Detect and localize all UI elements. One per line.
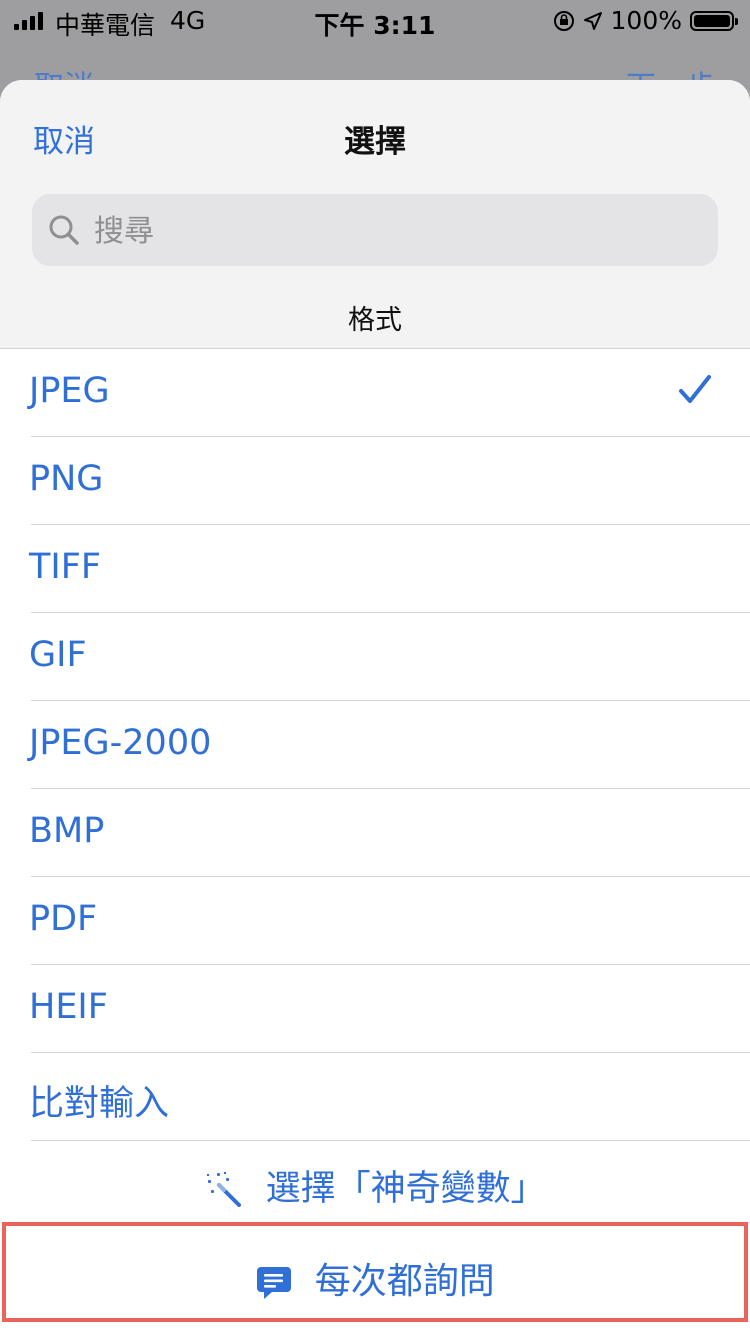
- list-item-heif[interactable]: HEIF: [0, 965, 750, 1053]
- ask-each-time-button[interactable]: 每次都詢問: [2, 1222, 748, 1322]
- search-icon: [49, 215, 79, 245]
- format-list: JPEG PNG TIFF GIF JPEG-2000 BMP PDF HEIF…: [0, 349, 750, 1141]
- rotation-lock-icon: [553, 10, 574, 31]
- checkmark-icon: [679, 375, 711, 403]
- location-arrow-icon: [583, 11, 602, 30]
- format-picker-sheet: 取消 選擇 格式 JPEG PNG TIFF GIF: [0, 80, 750, 1334]
- list-item-match-input[interactable]: 比對輸入: [0, 1053, 750, 1141]
- sheet-title: 選擇: [344, 124, 406, 160]
- divider: [31, 1140, 750, 1141]
- list-item-label: 比對輸入: [29, 1084, 170, 1124]
- list-item-label: JPEG: [29, 371, 110, 411]
- list-item-label: PDF: [29, 899, 98, 939]
- list-item-bmp[interactable]: BMP: [0, 789, 750, 877]
- list-item-label: GIF: [29, 635, 87, 675]
- list-item-jpeg[interactable]: JPEG: [0, 349, 750, 437]
- list-item-label: TIFF: [29, 547, 101, 587]
- battery-icon: [690, 10, 738, 31]
- list-item-pdf[interactable]: PDF: [0, 877, 750, 965]
- battery-percentage: 100%: [610, 6, 682, 35]
- section-header-format: 格式: [348, 305, 402, 336]
- list-item-gif[interactable]: GIF: [0, 613, 750, 701]
- list-item-label: JPEG-2000: [29, 723, 212, 763]
- search-bar[interactable]: [32, 194, 718, 268]
- sheet-header: 取消 選擇 格式: [0, 80, 750, 349]
- ask-each-time-label: 每次都詢問: [314, 1261, 495, 1302]
- list-item-jpeg-2000[interactable]: JPEG-2000: [0, 701, 750, 789]
- status-bar: 中華電信 4G 下午 3:11 100%: [0, 0, 750, 40]
- search-input[interactable]: [92, 194, 696, 268]
- list-item-label: HEIF: [29, 987, 108, 1027]
- magic-wand-icon: [207, 1172, 242, 1207]
- list-item-tiff[interactable]: TIFF: [0, 525, 750, 613]
- list-item-png[interactable]: PNG: [0, 437, 750, 525]
- speech-bubble-icon: [257, 1267, 292, 1299]
- magic-variable-label: 選擇「神奇變數」: [265, 1169, 546, 1209]
- list-item-label: BMP: [29, 811, 105, 851]
- select-magic-variable-button[interactable]: 選擇「神奇變數」: [0, 1160, 750, 1211]
- list-item-label: PNG: [29, 459, 104, 499]
